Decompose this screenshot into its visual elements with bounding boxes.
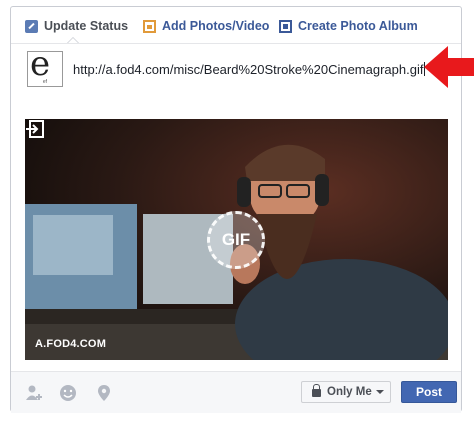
location-icon[interactable] [95,384,113,402]
tab-label: Add Photos/Video [162,19,270,33]
tab-label: Update Status [44,19,129,33]
album-icon [279,19,292,33]
share-icon[interactable] [25,119,45,139]
composer-footer: Only Me Post [11,371,461,413]
link-preview[interactable]: GIF A.FOD4.COM [25,119,448,360]
link-domain: A.FOD4.COM [35,338,107,350]
avatar-logo-letter: e [30,51,51,84]
composer-tabs: Update Status Add Photos/Video Create Ph… [11,7,461,44]
annotation-arrow-icon [424,46,474,88]
chevron-down-icon [375,390,384,394]
post-button[interactable]: Post [401,381,457,403]
lock-icon [312,384,321,397]
tab-add-photos-video[interactable]: Add Photos/Video [143,17,269,35]
privacy-selector[interactable]: Only Me [301,381,391,403]
avatar-logo-brand: ef [42,79,48,85]
gif-play-badge[interactable]: GIF [207,211,265,269]
active-tab-pointer [67,37,79,43]
privacy-label: Only Me [327,386,372,398]
tab-label: Create Photo Album [298,19,418,33]
status-input-value: http://a.fod4.com/misc/Beard%20Stroke%20… [73,62,424,77]
photo-icon [143,19,156,33]
pencil-icon [25,19,38,33]
status-composer: Update Status Add Photos/Video Create Ph… [10,6,462,413]
tab-update-status[interactable]: Update Status [25,17,128,35]
tab-create-photo-album[interactable]: Create Photo Album [279,17,418,35]
feeling-icon[interactable] [59,384,77,402]
avatar: e ef [27,51,63,87]
status-input[interactable]: http://a.fod4.com/misc/Beard%20Stroke%20… [73,62,433,77]
tag-people-icon[interactable] [25,384,43,402]
